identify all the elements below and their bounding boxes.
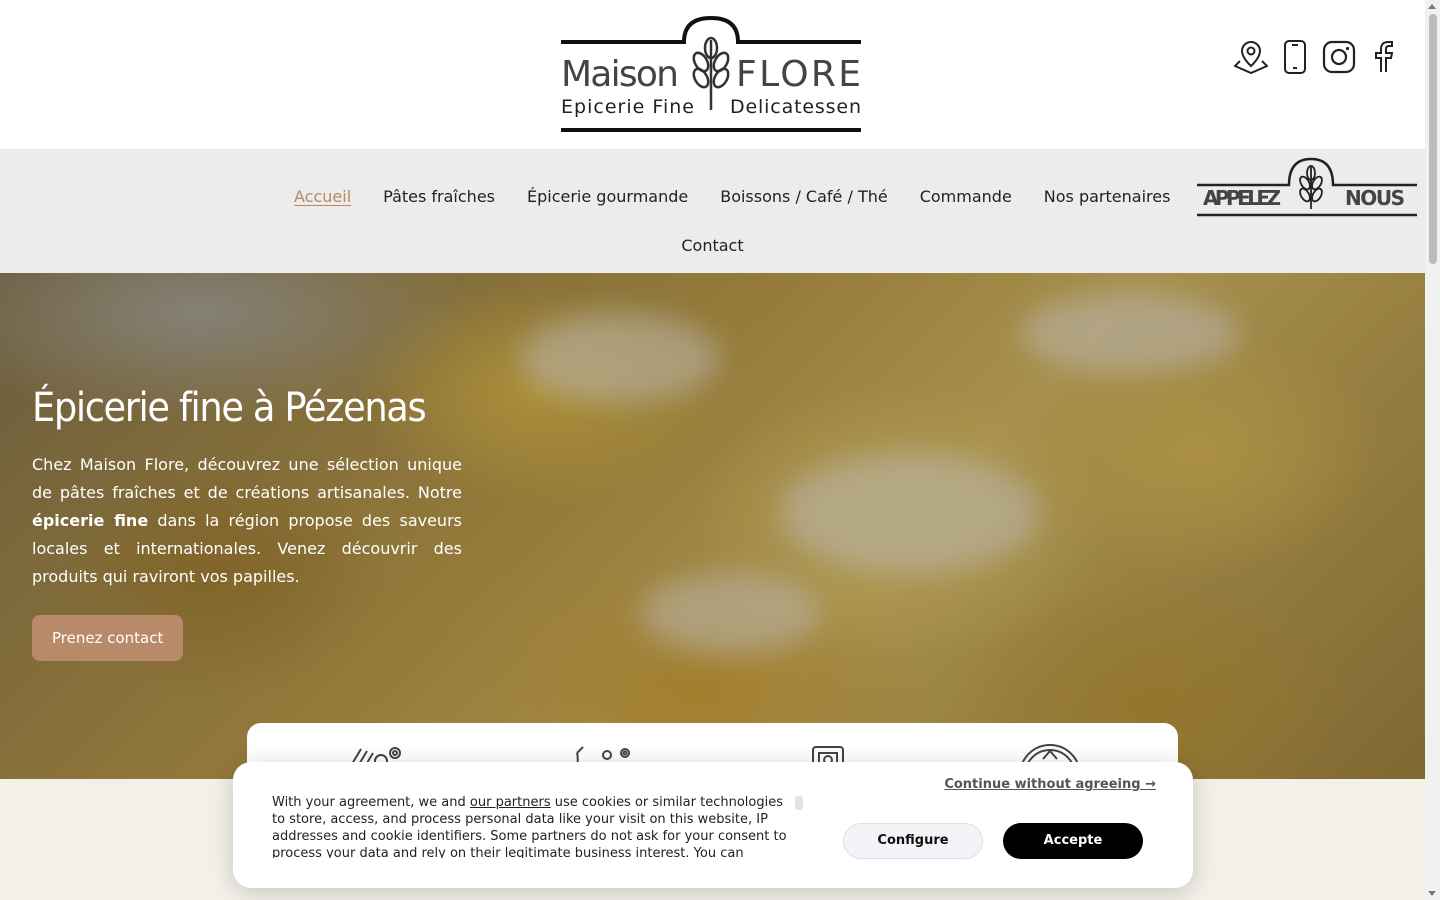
cookie-text: With your agreement, we and our partners…: [272, 795, 787, 858]
accept-button[interactable]: Accepte: [1003, 823, 1143, 859]
partners-link[interactable]: our partners: [470, 795, 551, 810]
hero-text: Chez Maison Flore, découvrez une sélecti…: [32, 455, 462, 586]
configure-button[interactable]: Configure: [843, 823, 983, 859]
hero-texture: [640, 573, 820, 653]
logo[interactable]: Maison FLORE Epicerie Fine Delicatessen: [556, 12, 866, 136]
hero-section: Épicerie fine à Pézenas Chez Maison Flor…: [0, 273, 1425, 779]
hero-texture: [1020, 293, 1240, 373]
svg-text:NOUS: NOUS: [1345, 186, 1405, 210]
facebook-icon[interactable]: [1365, 38, 1401, 76]
nav-row-2: Contact: [0, 236, 1425, 255]
hero-texture: [780, 453, 1040, 573]
page-scrollbar[interactable]: [1425, 0, 1440, 900]
scroll-up-arrow[interactable]: [1428, 4, 1436, 9]
continue-without-agreeing-link[interactable]: Continue without agreeing →: [944, 777, 1156, 792]
scroll-down-arrow[interactable]: [1428, 891, 1436, 896]
hero-title: Épicerie fine à Pézenas: [32, 385, 427, 431]
nav-item-commande[interactable]: Commande: [904, 187, 1028, 206]
site-header: Maison FLORE Epicerie Fine Delicatessen: [0, 0, 1425, 149]
svg-text:FLORE: FLORE: [736, 54, 861, 95]
nav-row: Accueil Pâtes fraîches Épicerie gourmand…: [278, 187, 1186, 206]
nav-item-pates-fraiches[interactable]: Pâtes fraîches: [367, 187, 511, 206]
phone-icon[interactable]: [1277, 38, 1313, 76]
hero-texture: [520, 313, 720, 403]
nav-item-contact[interactable]: Contact: [665, 236, 759, 255]
instagram-icon[interactable]: [1321, 38, 1357, 76]
scrollbar-thumb[interactable]: [1429, 14, 1437, 264]
svg-text:Delicatessen: Delicatessen: [730, 96, 861, 118]
social-links: [1233, 38, 1401, 76]
cookie-banner: Continue without agreeing → With your ag…: [233, 762, 1193, 888]
nav-item-epicerie-gourmande[interactable]: Épicerie gourmande: [511, 187, 704, 206]
contact-button[interactable]: Prenez contact: [32, 615, 184, 661]
map-pin-icon[interactable]: [1233, 38, 1269, 76]
nav-item-partenaires[interactable]: Nos partenaires: [1028, 187, 1187, 206]
call-us-button[interactable]: APPELEZ NOUS: [1195, 155, 1419, 221]
hero-content: Épicerie fine à Pézenas Chez Maison Flor…: [32, 385, 462, 661]
svg-text:Maison: Maison: [561, 54, 679, 95]
cookie-text-scrollbar[interactable]: [795, 796, 803, 810]
nav-item-boissons[interactable]: Boissons / Café / Thé: [704, 187, 903, 206]
nav-item-accueil[interactable]: Accueil: [278, 187, 367, 206]
svg-text:Epicerie Fine: Epicerie Fine: [561, 96, 694, 118]
main-nav: Accueil Pâtes fraîches Épicerie gourmand…: [0, 149, 1425, 273]
svg-text:APPELEZ: APPELEZ: [1203, 186, 1281, 210]
